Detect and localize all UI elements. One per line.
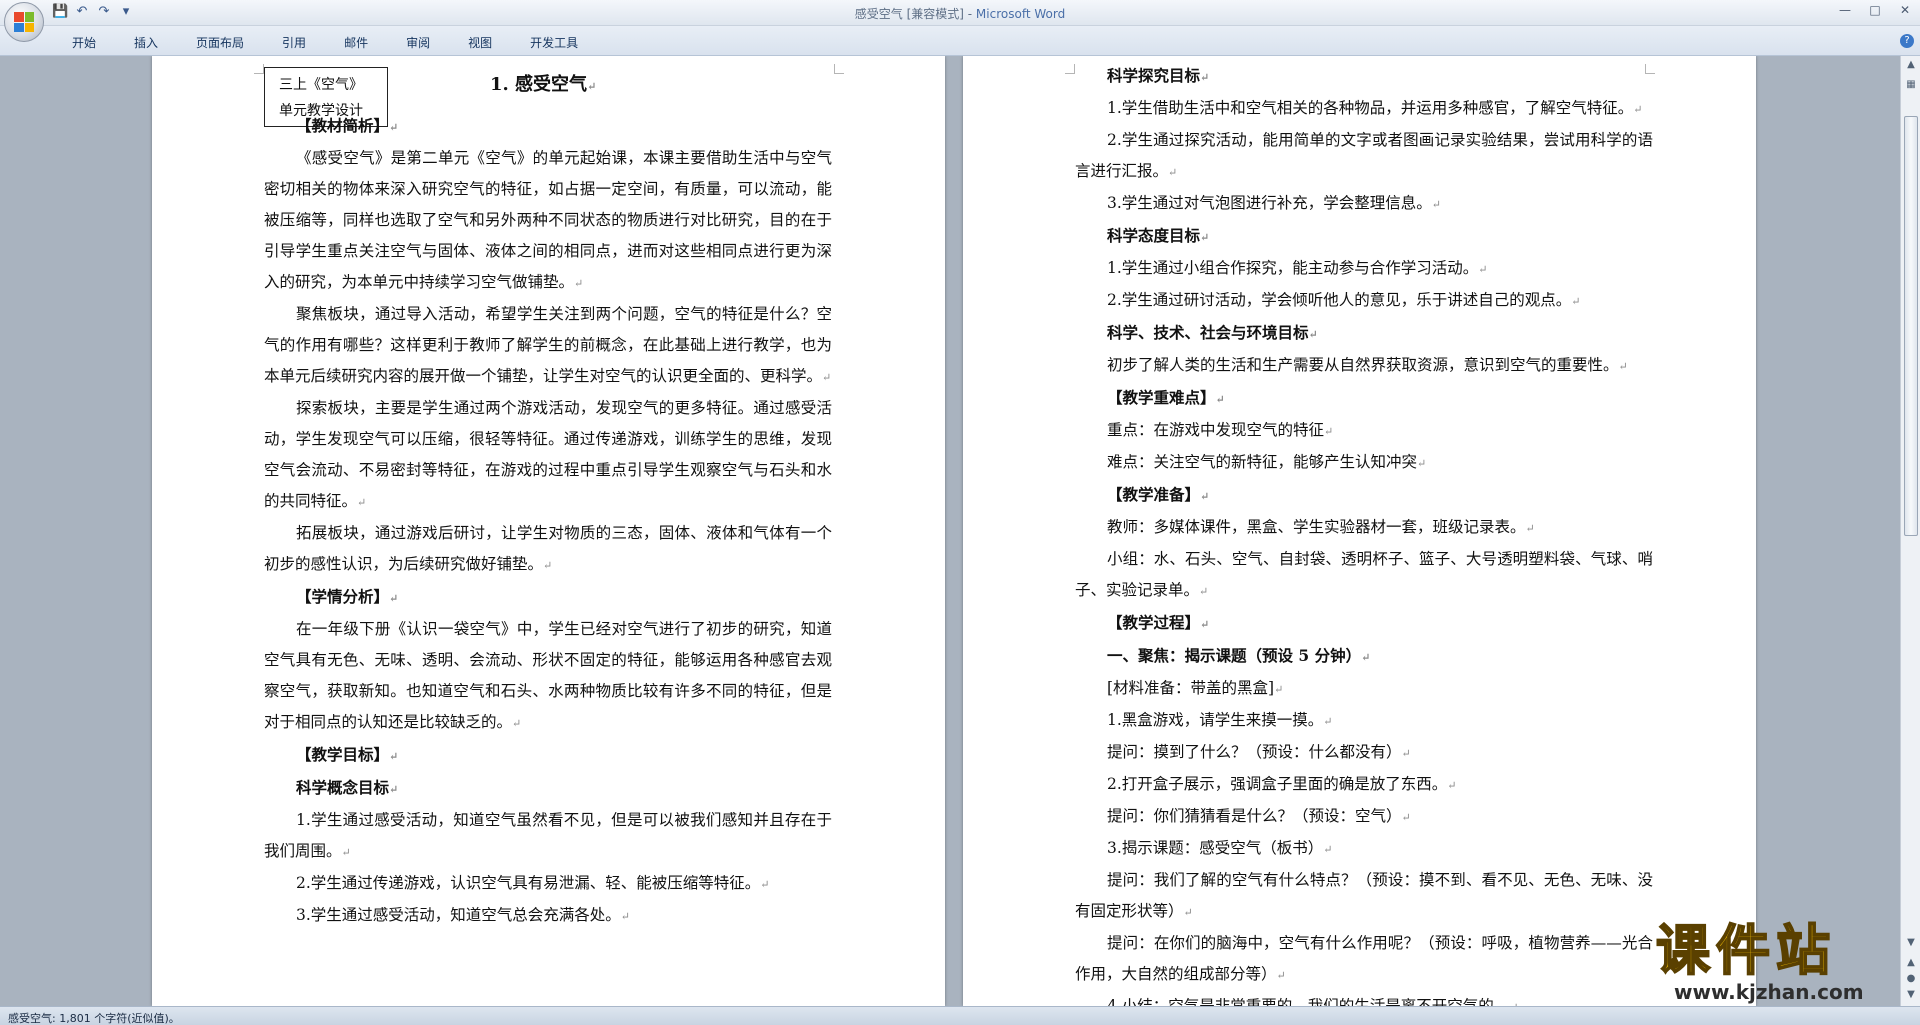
paragraph: 教师：多媒体课件，黑盒、学生实验器材一套，班级记录表。↵ xyxy=(1107,518,1535,536)
unit-label-line: 三上《空气》 xyxy=(279,77,363,93)
paragraph: 提问：摸到了什么？（预设：什么都没有）↵ xyxy=(1107,743,1411,761)
section-heading: 科学、技术、社会与环境目标↵ xyxy=(1107,323,1318,342)
section-heading: 【教学目标】↵ xyxy=(296,745,399,764)
paragraph: 1.学生通过小组合作探究，能主动参与合作学习活动。↵ xyxy=(1107,259,1488,277)
ribbon-tabs: 开始 插入 页面布局 引用 邮件 审阅 视图 开发工具 xyxy=(60,30,604,55)
paragraph: 难点：关注空气的新特征，能够产生认知冲突↵ xyxy=(1107,453,1427,471)
document-title: 感受空气 [兼容模式] - xyxy=(854,7,976,21)
paragraph: 3.揭示课题：感受空气（板书）↵ xyxy=(1107,839,1333,857)
scroll-thumb[interactable] xyxy=(1904,116,1918,536)
ruler-toggle-icon[interactable]: ▦ xyxy=(1904,78,1918,92)
ribbon-tab[interactable]: 页面布局 xyxy=(184,30,256,55)
ribbon: 开始 插入 页面布局 引用 邮件 审阅 视图 开发工具 ? xyxy=(0,26,1920,56)
section-heading: 【教材简析】↵ xyxy=(296,116,399,135)
section-heading: 科学态度目标↵ xyxy=(1107,226,1210,245)
minimize-icon[interactable]: — xyxy=(1830,0,1860,20)
section-heading: 科学探究目标↵ xyxy=(1107,66,1210,85)
section-heading: 一、聚焦：揭示课题（预设 5 分钟）↵ xyxy=(1107,646,1371,665)
ribbon-tab[interactable]: 插入 xyxy=(122,30,170,55)
margin-corner xyxy=(834,64,844,74)
ribbon-tab[interactable]: 审阅 xyxy=(394,30,442,55)
scroll-up-icon[interactable]: ▲ xyxy=(1904,58,1918,72)
paragraph: 2.学生通过研讨活动，学会倾听他人的意见，乐于讲述自己的观点。↵ xyxy=(1107,291,1581,309)
paragraph: [材料准备：带盖的黑盒]↵ xyxy=(1107,679,1284,697)
help-icon[interactable]: ? xyxy=(1900,34,1914,48)
paragraph: 2.打开盒子展示，强调盒子里面的确是放了东西。↵ xyxy=(1107,775,1457,793)
paragraph: 1.学生通过感受活动，知道空气虽然看不见，但是可以被我们感知并且存在于我们周围。… xyxy=(264,811,832,860)
paragraph: 拓展板块，通过游戏后研讨，让学生对物质的三态，固体、液体和气体有一个初步的感性认… xyxy=(264,524,832,573)
vertical-scrollbar[interactable]: ▲ ▦ ▼ ▲ ● ▼ xyxy=(1900,56,1920,1006)
watermark-title: 课件站 xyxy=(1655,919,1836,982)
margin-corner xyxy=(254,64,264,74)
margin-corner xyxy=(1065,64,1075,74)
paragraph: 3.学生通过对气泡图进行补充，学会整理信息。↵ xyxy=(1107,194,1442,212)
office-logo-icon xyxy=(14,12,34,32)
scroll-down-icon[interactable]: ▼ xyxy=(1904,936,1918,950)
watermark-url: www.kjzhan.com xyxy=(1674,980,1864,1004)
paragraph: 在一年级下册《认识一袋空气》中，学生已经对空气进行了初步的研究，知道空气具有无色… xyxy=(264,620,832,731)
page-right[interactable]: 科学探究目标↵ 1.学生借助生活中和空气相关的各种物品，并运用多种感官，了解空气特… xyxy=(963,56,1756,1006)
app-name: Microsoft Word xyxy=(975,7,1066,21)
paragraph: 聚焦板块，通过导入活动，希望学生关注到两个问题，空气的特征是什么？空气的作用有哪… xyxy=(264,305,832,385)
section-heading: 【学情分析】↵ xyxy=(296,587,399,606)
status-bar: 感受空气: 1,801 个字符(近似值)。 xyxy=(0,1006,1920,1025)
paragraph: 1.黑盒游戏，请学生来摸一摸。↵ xyxy=(1107,711,1333,729)
maximize-icon[interactable]: □ xyxy=(1860,0,1890,20)
paragraph: 提问：我们了解的空气有什么特点？（预设：摸不到、看不见、无色、无味、没有固定形状… xyxy=(1075,871,1653,920)
ribbon-tab[interactable]: 视图 xyxy=(456,30,504,55)
title-bar: 💾 ↶ ↷ ▾ 感受空气 [兼容模式] - Microsoft Word — □… xyxy=(0,0,1920,26)
character-count[interactable]: 感受空气: 1,801 个字符(近似值)。 xyxy=(8,1010,180,1025)
paragraph: 《感受空气》是第二单元《空气》的单元起始课，本课主要借助生活中与空气密切相关的物… xyxy=(264,149,832,291)
paragraph: 4.小结：空气是非常重要的，我们的生活是离不开空气的。↵ xyxy=(1107,997,1519,1006)
paragraph: 1.学生借助生活中和空气相关的各种物品，并运用多种感官，了解空气特征。↵ xyxy=(1107,99,1643,117)
previous-page-icon[interactable]: ▲ xyxy=(1904,956,1918,970)
next-page-icon[interactable]: ▼ xyxy=(1904,988,1918,1002)
page-left[interactable]: 三上《空气》 单元教学设计 1. 感受空气↵ 【教材简析】↵ 《感受空气》是第二单… xyxy=(152,56,945,1006)
paragraph: 重点：在游戏中发现空气的特征↵ xyxy=(1107,421,1334,439)
paragraph: 3.学生通过感受活动，知道空气总会充满各处。↵ xyxy=(296,906,631,924)
section-heading: 科学概念目标↵ xyxy=(296,778,399,797)
page-title: 1. 感受空气↵ xyxy=(490,74,597,95)
ribbon-tab[interactable]: 开始 xyxy=(60,30,108,55)
paragraph: 提问：你们猜猜看是什么？（预设：空气）↵ xyxy=(1107,807,1411,825)
section-heading: 【教学过程】↵ xyxy=(1107,613,1210,632)
section-heading: 【教学准备】↵ xyxy=(1107,485,1210,504)
paragraph: 探索板块，主要是学生通过两个游戏活动，发现空气的更多特征。通过感受活动，学生发现… xyxy=(264,399,832,510)
ribbon-tab[interactable]: 邮件 xyxy=(332,30,380,55)
document-workspace: 三上《空气》 单元教学设计 1. 感受空气↵ 【教材简析】↵ 《感受空气》是第二单… xyxy=(0,56,1900,1006)
ribbon-tab[interactable]: 引用 xyxy=(270,30,318,55)
window-title: 感受空气 [兼容模式] - Microsoft Word xyxy=(0,5,1920,22)
window-controls: — □ ✕ xyxy=(1830,0,1920,20)
paragraph: 2.学生通过传递游戏，认识空气具有易泄漏、轻、能被压缩等特征。↵ xyxy=(296,874,770,892)
watermark-logo: 课件站 www.kjzhan.com xyxy=(1655,919,1896,1006)
paragraph: 小组：水、石头、空气、自封袋、透明杯子、篮子、大号透明塑料袋、气球、哨子、实验记… xyxy=(1075,550,1653,599)
section-heading: 【教学重难点】↵ xyxy=(1107,388,1225,407)
office-button[interactable] xyxy=(4,2,44,42)
browse-object-icon[interactable]: ● xyxy=(1904,972,1918,986)
paragraph: 2.学生通过探究活动，能用简单的文字或者图画记录实验结果，尝试用科学的语言进行汇… xyxy=(1075,131,1653,180)
close-icon[interactable]: ✕ xyxy=(1890,0,1920,20)
paragraph: 初步了解人类的生活和生产需要从自然界获取资源，意识到空气的重要性。↵ xyxy=(1107,356,1628,374)
paragraph: 提问：在你们的脑海中，空气有什么作用呢？（预设：呼吸，植物营养——光合作用，大自… xyxy=(1075,934,1653,983)
ribbon-tab[interactable]: 开发工具 xyxy=(518,30,590,55)
